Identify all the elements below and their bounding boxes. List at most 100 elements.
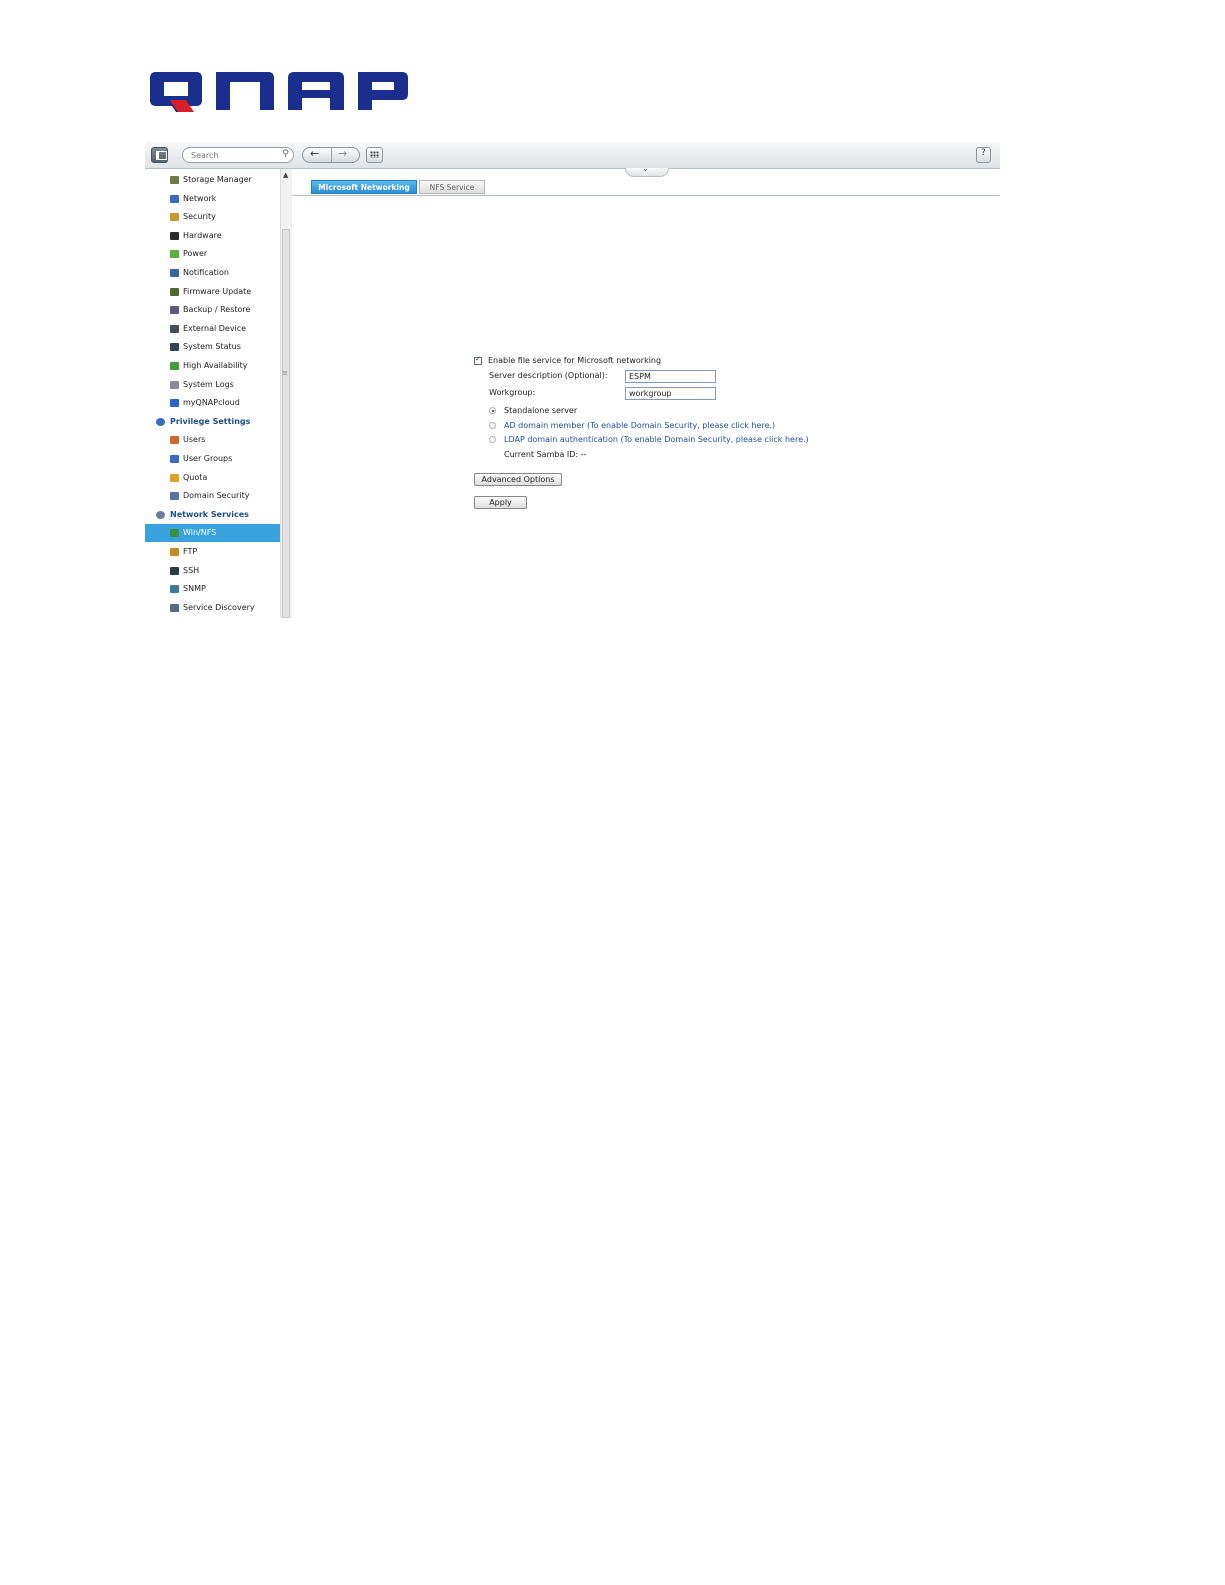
scroll-thumb[interactable] — [282, 229, 290, 618]
sidebar-item-label: System Logs — [183, 380, 234, 389]
sidebar-item-label: SSH — [183, 566, 200, 575]
forward-arrow-icon[interactable]: → — [338, 147, 347, 160]
sidebar-item-hardware[interactable]: Hardware — [145, 227, 280, 245]
help-icon: ? — [981, 148, 986, 158]
sidebar-item-security[interactable]: Security — [145, 208, 280, 226]
search-box[interactable]: ⚲ — [182, 147, 294, 163]
user-icon — [170, 436, 179, 444]
tab-microsoft-networking[interactable]: Microsoft Networking — [311, 180, 417, 194]
ftp-icon — [170, 548, 179, 556]
apply-button[interactable]: Apply — [474, 496, 527, 509]
tab-nfs-service[interactable]: NFS Service — [419, 180, 485, 194]
sidebar-item-service-discovery[interactable]: Service Discovery — [145, 599, 280, 617]
quota-icon — [170, 474, 179, 482]
backup-icon — [170, 306, 179, 314]
sidebar-scrollbar[interactable]: ▲ ≡ — [280, 169, 292, 618]
ad-domain-member-link[interactable]: AD domain member (To enable Domain Secur… — [504, 421, 775, 430]
workgroup-input[interactable] — [625, 387, 716, 400]
grid-icon — [370, 151, 379, 158]
history-nav: ← → — [302, 147, 360, 163]
search-icon[interactable]: ⚲ — [282, 149, 289, 159]
workgroup-label: Workgroup: — [489, 388, 536, 397]
sidebar-item-storage-manager[interactable]: Storage Manager — [145, 171, 280, 189]
enable-file-service-label: Enable file service for Microsoft networ… — [488, 356, 662, 365]
sidebar-item-label: SNMP — [183, 584, 206, 593]
sidebar-item-firmware-update[interactable]: Firmware Update — [145, 283, 280, 301]
panel-toggle-button[interactable] — [151, 147, 168, 163]
sidebar-item-label: External Device — [183, 324, 247, 333]
sidebar-item-power[interactable]: Power — [145, 245, 280, 263]
section-privilege-settings[interactable]: Privilege Settings — [145, 413, 280, 431]
storage-icon — [170, 176, 179, 184]
external-device-icon — [170, 325, 179, 333]
logs-icon — [170, 381, 179, 389]
sidebar-item-system-status[interactable]: System Status — [145, 338, 280, 356]
chevron-down-icon: ⌄ — [642, 164, 649, 173]
main-content: ⌄ Microsoft Networking NFS Service Enabl… — [292, 164, 1000, 618]
ldap-authentication-link[interactable]: LDAP domain authentication (To enable Do… — [504, 435, 809, 444]
tab-bar: Microsoft Networking NFS Service — [292, 179, 1000, 196]
ssh-icon — [170, 567, 179, 575]
sidebar-item-label: Privilege Settings — [170, 417, 251, 426]
back-arrow-icon[interactable]: ← — [310, 147, 319, 160]
sidebar-item-notification[interactable]: Notification — [145, 264, 280, 282]
collapse-handle[interactable]: ⌄ — [625, 164, 669, 177]
sidebar-item-user-groups[interactable]: User Groups — [145, 450, 280, 468]
sidebar-item-external-device[interactable]: External Device — [145, 320, 280, 338]
enable-file-service-checkbox[interactable] — [474, 355, 482, 365]
divider — [331, 148, 332, 162]
sidebar-item-label: Quota — [183, 473, 208, 482]
sidebar-item-users[interactable]: Users — [145, 431, 280, 449]
network-services-icon — [156, 511, 165, 519]
domain-security-icon — [170, 492, 179, 500]
sidebar-item-label: Firmware Update — [183, 287, 252, 296]
sidebar-item-system-logs[interactable]: System Logs — [145, 376, 280, 394]
sidebar-item-label: Storage Manager — [183, 175, 252, 184]
sidebar-item-backup-restore[interactable]: Backup / Restore — [145, 301, 280, 319]
sidebar-item-label: High Availability — [183, 361, 248, 370]
scroll-grip-icon: ≡ — [282, 369, 288, 377]
ad-domain-member-radio[interactable] — [489, 422, 496, 429]
privilege-user-icon — [156, 418, 165, 426]
snmp-icon — [170, 585, 179, 593]
ldap-authentication-radio[interactable] — [489, 436, 496, 443]
sidebar-item-ssh[interactable]: SSH — [145, 562, 280, 580]
scroll-up-arrow-icon[interactable]: ▲ — [283, 171, 288, 179]
monitor-icon — [170, 343, 179, 351]
toolbar: ⚲ ← → ? — [145, 142, 1000, 169]
current-samba-id: Current Samba ID: -- — [504, 450, 587, 459]
sidebar-item-domain-security[interactable]: Domain Security — [145, 487, 280, 505]
sidebar-item-label: User Groups — [183, 454, 233, 463]
standalone-server-radio[interactable] — [489, 407, 496, 414]
section-network-services[interactable]: Network Services — [145, 506, 280, 524]
sidebar-item-label: System Status — [183, 342, 241, 351]
high-availability-icon — [170, 362, 179, 370]
sidebar-item-label: Win/NFS — [183, 528, 217, 537]
advanced-options-button[interactable]: Advanced Options — [474, 473, 562, 486]
sidebar-item-label: Users — [183, 435, 206, 444]
sidebar-item-ftp[interactable]: FTP — [145, 543, 280, 561]
sidebar: Storage Manager Network Security Hardware Po… — [145, 169, 280, 618]
server-description-input[interactable] — [625, 370, 716, 383]
sidebar-item-label: Hardware — [183, 231, 222, 240]
user-groups-icon — [170, 455, 179, 463]
sidebar-item-label: Backup / Restore — [183, 305, 251, 314]
sidebar-item-network[interactable]: Network — [145, 190, 280, 208]
sidebar-item-label: myQNAPcloud — [183, 398, 240, 407]
sidebar-item-high-availability[interactable]: High Availability — [145, 357, 280, 375]
sidebar-item-label: Service Discovery — [183, 603, 255, 612]
help-button[interactable]: ? — [976, 147, 991, 163]
sidebar-item-win-nfs[interactable]: Win/NFS — [145, 524, 280, 542]
sidebar-item-quota[interactable]: Quota — [145, 469, 280, 487]
sidebar-item-label: Network — [183, 194, 217, 203]
search-input[interactable] — [191, 149, 276, 161]
sidebar-item-snmp[interactable]: SNMP — [145, 580, 280, 598]
sidebar-item-label: Power — [183, 249, 208, 258]
qnap-logo — [150, 72, 408, 112]
standalone-server-label: Standalone server — [504, 406, 578, 415]
power-bulb-icon — [170, 250, 179, 258]
sidebar-item-label: Network Services — [170, 510, 249, 519]
apps-grid-button[interactable] — [366, 147, 383, 163]
sidebar-item-label: Security — [183, 212, 216, 221]
sidebar-item-myqnapcloud[interactable]: myQNAPcloud — [145, 394, 280, 412]
